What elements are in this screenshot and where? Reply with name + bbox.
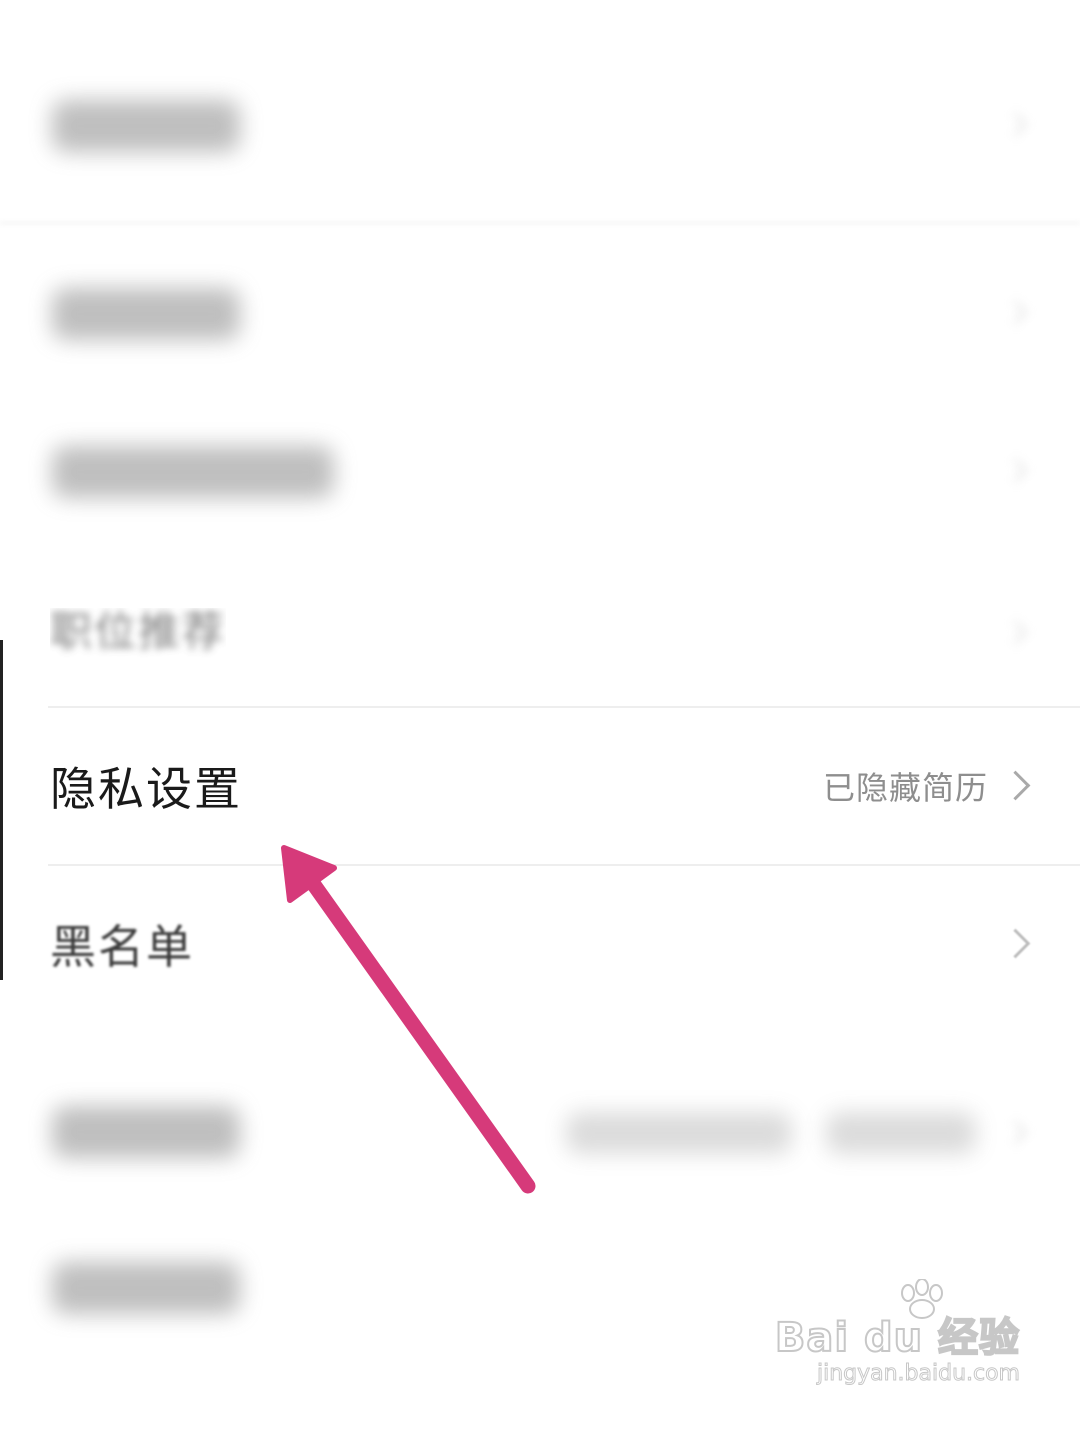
chevron-right-icon: [1000, 770, 1031, 801]
watermark-logo: Bai du 经验: [774, 1314, 1020, 1362]
blurred-menu-item-1: [52, 100, 240, 152]
blurred-chevron-icon: [1003, 1120, 1028, 1145]
blurred-chevron-icon: [1003, 620, 1028, 645]
blurred-chevron-icon: [1003, 300, 1028, 325]
privacy-settings-label: 隐私设置: [50, 762, 242, 816]
blacklist-label: 黑名单: [50, 920, 194, 974]
blurred-chevron-icon: [1003, 112, 1028, 137]
blurred-menu-item-3: [52, 446, 334, 498]
blurred-menu-item-2: [52, 288, 240, 340]
baidu-jingyan-watermark: Bai du 经验 jingyan.baidu.com: [774, 1279, 1021, 1415]
blurred-chevron-icon: [1003, 458, 1028, 483]
job-recommendation-label[interactable]: 职位推荐: [50, 608, 226, 659]
blurred-divider: [0, 222, 1080, 224]
watermark-url: jingyan.baidu.com: [816, 1361, 1020, 1387]
blurred-menu-value-5a: [566, 1112, 792, 1154]
privacy-settings-value: 已隐藏简历: [822, 769, 988, 807]
blurred-menu-item-6: [52, 1262, 240, 1314]
blacklist-row[interactable]: 黑名单: [0, 866, 1080, 1022]
chevron-right-icon: [1000, 928, 1031, 959]
blurred-menu-item-5: [52, 1106, 240, 1158]
settings-screen: 职位推荐 隐私设置 已隐藏简历 黑名单 Bai du 经验 jingyan.ba…: [0, 0, 1080, 1437]
privacy-settings-row[interactable]: 隐私设置 已隐藏简历: [0, 708, 1080, 864]
blurred-menu-value-5b: [826, 1112, 976, 1154]
